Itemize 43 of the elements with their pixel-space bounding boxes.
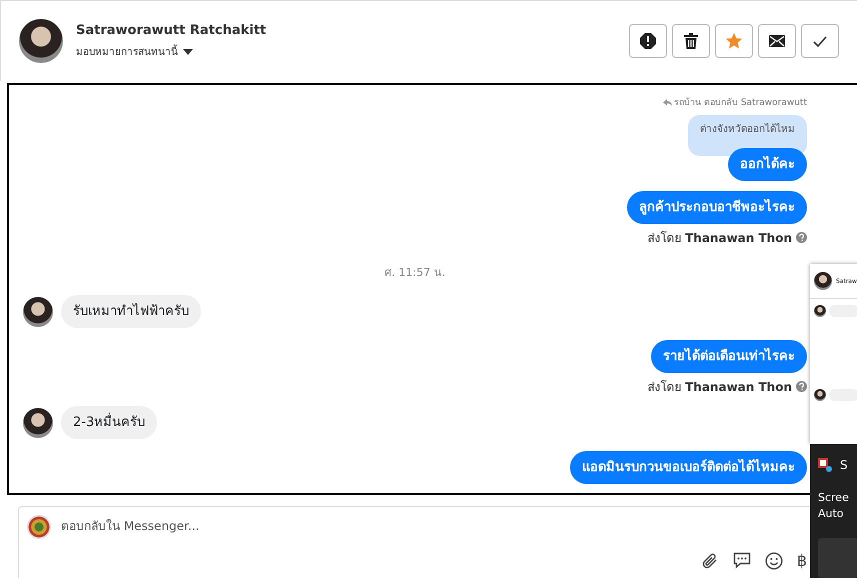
notification-text: Scree <box>818 490 850 506</box>
contact-avatar <box>814 389 826 401</box>
mail-icon <box>769 35 785 47</box>
page-avatar <box>27 515 51 539</box>
currency-button[interactable]: ฿ <box>796 551 807 570</box>
quoted-message: ต่างจังหวัดออกได้ไหม <box>688 115 807 156</box>
delete-button[interactable] <box>672 24 710 58</box>
star-icon <box>726 33 742 49</box>
assign-conversation-dropdown[interactable]: มอบหมายการสนทนานี้ <box>76 44 266 59</box>
sender-label: ส่งโดย Thanawan Thon <box>647 230 792 247</box>
notification-title: S <box>840 458 848 472</box>
sent-message: แอดมินรบกวนขอเบอร์ติดต่อได้ไหมคะ <box>570 451 807 484</box>
timestamp: ศ. 11:57 น. <box>384 265 446 281</box>
reply-icon <box>663 98 672 106</box>
reply-note: รถบ้าน ตอบกลับ Satraworawutt <box>674 96 807 109</box>
contact-avatar <box>23 408 53 438</box>
screenshot-app-icon <box>818 458 832 472</box>
chat-bubble-icon[interactable] <box>732 552 751 569</box>
mail-button[interactable] <box>758 24 796 58</box>
sender-label: ส่งโดย Thanawan Thon <box>647 379 792 396</box>
sent-message: ออกได้คะ <box>728 148 807 181</box>
smiley-icon[interactable] <box>764 552 783 570</box>
help-icon[interactable] <box>796 232 807 243</box>
notification-text: Auto <box>818 506 845 522</box>
trash-icon <box>684 33 698 49</box>
checkmark-icon <box>813 36 827 46</box>
contact-avatar <box>23 296 53 326</box>
contact-avatar <box>814 272 832 290</box>
done-button[interactable] <box>801 24 839 58</box>
sent-message: รายได้ต่อเดือนเท่าไรคะ <box>651 340 807 373</box>
alert-icon <box>640 33 656 49</box>
profile-photo <box>19 19 63 63</box>
paperclip-icon[interactable] <box>700 552 719 570</box>
contact-avatar <box>814 305 826 317</box>
reply-input[interactable]: ตอบกลับใน Messenger... <box>61 519 561 533</box>
alert-button[interactable] <box>629 24 667 58</box>
received-message: รับเหมาทำไฟฟ้าครับ <box>61 295 201 328</box>
sent-message: ลูกค้าประกอบอาชีพอะไรคะ <box>627 191 807 224</box>
help-icon[interactable] <box>796 381 807 392</box>
received-message: 2-3หมื่นครับ <box>61 406 158 439</box>
caret-icon <box>183 48 193 54</box>
contact-name: Satraworawutt Ratchakitt <box>76 23 266 38</box>
star-button[interactable] <box>715 24 753 58</box>
